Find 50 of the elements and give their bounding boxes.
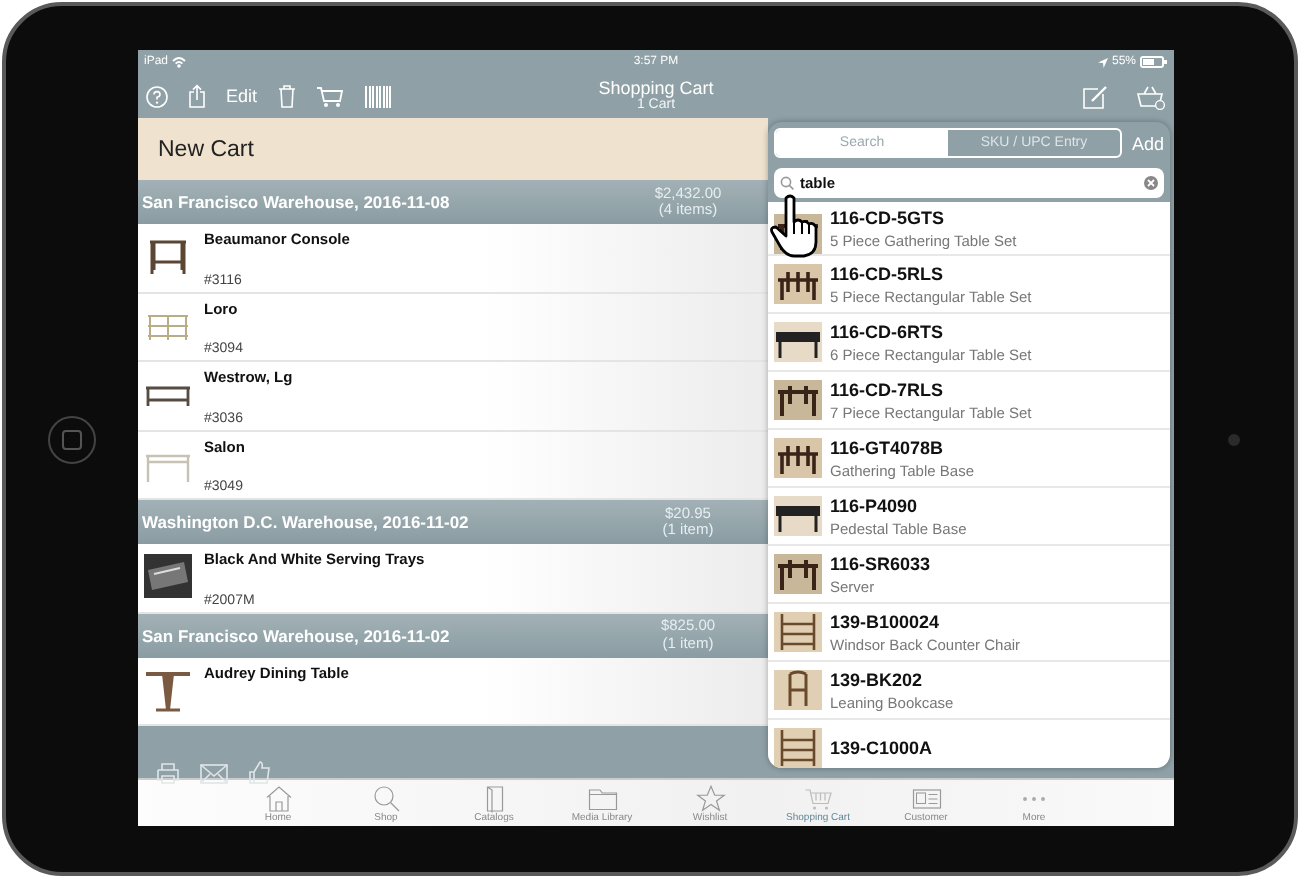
warehouse-title: San Francisco Warehouse, 2016-11-08 bbox=[142, 192, 450, 212]
clear-icon[interactable] bbox=[1144, 176, 1158, 190]
furniture-thumbnail bbox=[774, 322, 822, 362]
product-code: 116-SR6033 bbox=[830, 553, 931, 573]
furniture-thumbnail bbox=[774, 496, 822, 536]
cart-name: New Cart bbox=[158, 137, 254, 161]
cart-icon bbox=[803, 784, 833, 814]
window-title: Shopping Cart bbox=[598, 80, 714, 98]
location-arrow-icon bbox=[1098, 57, 1108, 67]
barcode-icon[interactable] bbox=[363, 85, 392, 107]
trash-icon[interactable] bbox=[277, 84, 296, 108]
furniture-thumbnail bbox=[774, 554, 822, 594]
furniture-thumbnail bbox=[144, 554, 192, 598]
product-code: 116-P4090 bbox=[830, 495, 920, 515]
furniture-thumbnail bbox=[774, 438, 822, 478]
wifi-icon bbox=[172, 56, 187, 68]
product-code: 139-B100024 bbox=[830, 611, 942, 631]
star-icon bbox=[695, 784, 725, 814]
product-code: 116-CD-7RLS bbox=[830, 379, 946, 399]
product-code: 116-CD-5GTS bbox=[830, 207, 947, 227]
home-icon bbox=[263, 784, 293, 814]
battery-icon bbox=[1140, 56, 1169, 68]
furniture-thumbnail bbox=[774, 670, 822, 710]
furniture-thumbnail bbox=[774, 612, 822, 652]
warehouse-title: San Francisco Warehouse, 2016-11-02 bbox=[142, 625, 450, 645]
product-code: 116-GT4078B bbox=[830, 437, 946, 457]
share-icon[interactable] bbox=[188, 84, 206, 108]
search-icon bbox=[371, 784, 401, 814]
cart-icon[interactable] bbox=[315, 85, 344, 107]
id-card-icon bbox=[911, 784, 941, 814]
envelope-icon[interactable] bbox=[200, 764, 228, 784]
furniture-thumbnail bbox=[774, 264, 822, 304]
printer-icon[interactable] bbox=[156, 762, 180, 784]
home-button[interactable] bbox=[48, 415, 96, 463]
warehouse-title: Washington D.C. Warehouse, 2016-11-02 bbox=[142, 512, 469, 532]
basket-icon[interactable] bbox=[1136, 83, 1167, 109]
compose-icon[interactable] bbox=[1082, 83, 1109, 109]
more-icon bbox=[1022, 796, 1046, 802]
furniture-thumbnail bbox=[774, 380, 822, 420]
product-code: 116-CD-5RLS bbox=[830, 263, 946, 283]
product-code: 116-CD-6RTS bbox=[830, 321, 946, 341]
thumbs-up-icon[interactable] bbox=[248, 760, 270, 784]
product-code: 139-BK202 bbox=[830, 669, 925, 689]
furniture-thumbnail bbox=[144, 667, 192, 711]
camera-lens bbox=[1228, 433, 1240, 445]
search-icon bbox=[780, 176, 794, 190]
folder-icon bbox=[587, 784, 617, 814]
product-code: 139-C1000A bbox=[830, 738, 933, 758]
help-icon[interactable] bbox=[146, 85, 168, 107]
furniture-thumbnail bbox=[774, 728, 822, 768]
